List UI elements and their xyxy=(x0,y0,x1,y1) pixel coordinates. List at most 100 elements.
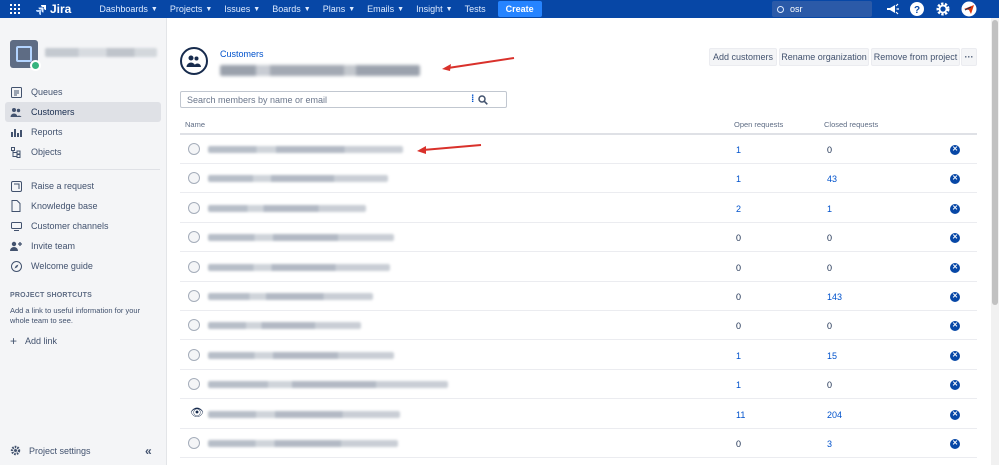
nav-tests[interactable]: Tests xyxy=(465,4,486,14)
customer-name-redacted[interactable] xyxy=(208,234,394,242)
table-row: 1 0 ✕ xyxy=(180,370,977,400)
nav-label: Boards xyxy=(272,4,301,14)
customer-name-redacted[interactable] xyxy=(208,263,390,271)
remove-member-icon[interactable]: ✕ xyxy=(950,262,960,273)
remove-member-icon[interactable]: ✕ xyxy=(950,174,960,185)
remove-member-icon[interactable]: ✕ xyxy=(950,350,960,361)
nav-issues[interactable]: Issues ▼ xyxy=(224,4,260,14)
sidebar-item-queues[interactable]: Queues xyxy=(5,82,161,102)
sidebar-item-label: Queues xyxy=(31,87,63,97)
collapse-sidebar-icon[interactable]: « xyxy=(145,444,152,458)
table-row: 👁 11 204 ✕ xyxy=(180,400,977,429)
table-row: 0 3 ✕ xyxy=(180,429,977,458)
remove-member-icon[interactable]: ✕ xyxy=(950,409,960,420)
closed-requests-count[interactable]: 143 xyxy=(827,292,842,302)
sidebar-item-objects[interactable]: Objects xyxy=(5,142,161,162)
project-avatar[interactable] xyxy=(10,40,41,71)
nav-emails[interactable]: Emails ▼ xyxy=(367,4,404,14)
open-requests-count[interactable]: 1 xyxy=(736,145,741,155)
remove-member-icon[interactable]: ✕ xyxy=(950,233,960,244)
remove-member-icon[interactable]: ✕ xyxy=(950,203,960,214)
remove-member-icon[interactable]: ✕ xyxy=(950,292,960,302)
add-link-label: Add link xyxy=(25,336,58,346)
sidebar-item-welcome-guide[interactable]: Welcome guide xyxy=(5,256,161,276)
global-search[interactable]: osr xyxy=(772,1,872,17)
add-link-button[interactable]: + Add link xyxy=(10,334,57,348)
sidebar-item-label: Knowledge base xyxy=(31,201,98,211)
project-settings-label: Project settings xyxy=(29,445,91,456)
open-requests-count[interactable]: 1 xyxy=(736,351,741,361)
closed-requests-count: 0 xyxy=(827,262,833,273)
open-requests-count[interactable]: 11 xyxy=(736,410,745,420)
open-requests-count: 0 xyxy=(736,262,742,273)
customer-avatar xyxy=(188,143,200,155)
closed-requests-count[interactable]: 1 xyxy=(827,204,832,214)
sidebar-item-reports[interactable]: Reports xyxy=(5,122,161,142)
column-header-closed-requests[interactable]: Closed requests xyxy=(824,120,878,129)
chevron-down-icon: ▼ xyxy=(397,5,405,13)
sidebar-item-raise-request[interactable]: Raise a request xyxy=(5,176,161,196)
jira-logo[interactable]: Jira xyxy=(36,2,71,16)
invite-team-icon xyxy=(10,240,22,252)
nav-insight[interactable]: Insight ▼ xyxy=(416,4,452,14)
customer-name-redacted[interactable] xyxy=(208,293,373,300)
customer-name-redacted[interactable] xyxy=(208,440,398,447)
customer-name-redacted[interactable] xyxy=(208,410,400,418)
sidebar-item-knowledge-base[interactable]: Knowledge base xyxy=(5,196,161,216)
sidebar-item-customers[interactable]: Customers xyxy=(5,102,161,122)
customer-name-redacted[interactable] xyxy=(208,175,388,183)
open-requests-count[interactable]: 1 xyxy=(736,174,741,184)
remove-member-icon[interactable]: ✕ xyxy=(950,145,960,155)
channels-icon xyxy=(10,220,22,232)
nav-label: Projects xyxy=(169,4,203,14)
svg-text:?: ? xyxy=(914,5,920,16)
column-header-name[interactable]: Name xyxy=(185,120,205,129)
create-button[interactable]: Create xyxy=(497,1,542,17)
remove-member-icon[interactable]: ✕ xyxy=(950,380,960,391)
sidebar-item-label: Welcome guide xyxy=(31,261,93,271)
rename-organization-button[interactable]: Rename organization xyxy=(779,48,869,66)
members-search-input[interactable] xyxy=(181,94,471,105)
app-switcher-icon[interactable] xyxy=(10,4,20,14)
sidebar-item-invite-team[interactable]: Invite team xyxy=(5,236,161,256)
add-customers-button[interactable]: Add customers xyxy=(709,48,777,66)
nav-projects[interactable]: Projects ▼ xyxy=(170,4,212,14)
chevron-down-icon: ▼ xyxy=(348,5,356,13)
page-scrollbar[interactable] xyxy=(991,18,999,465)
closed-requests-count[interactable]: 15 xyxy=(827,351,837,361)
project-sidebar: Queues Customers Reports Objects Raise a… xyxy=(0,18,167,465)
open-requests-count[interactable]: 1 xyxy=(736,380,741,390)
customer-name-redacted[interactable] xyxy=(208,381,448,389)
more-actions-button[interactable]: ··· xyxy=(961,48,977,66)
sidebar-item-customer-channels[interactable]: Customer channels xyxy=(5,216,161,236)
nav-label: Dashboards xyxy=(99,4,148,14)
closed-requests-count[interactable]: 43 xyxy=(827,174,837,184)
remove-from-project-button[interactable]: Remove from project xyxy=(871,48,960,66)
closed-requests-count[interactable]: 204 xyxy=(827,410,842,420)
customer-name-redacted[interactable] xyxy=(208,146,403,153)
settings-icon[interactable] xyxy=(935,1,951,17)
customer-name-redacted[interactable] xyxy=(208,322,361,330)
organization-avatar xyxy=(180,47,208,75)
column-header-open-requests[interactable]: Open requests xyxy=(734,120,783,129)
notifications-icon[interactable] xyxy=(884,1,900,17)
search-icon[interactable] xyxy=(478,94,489,105)
user-avatar[interactable] xyxy=(961,1,977,17)
breadcrumb-customers[interactable]: Customers xyxy=(220,49,264,59)
project-name[interactable] xyxy=(45,48,157,57)
project-settings-link[interactable]: Project settings xyxy=(10,445,91,456)
scrollbar-thumb[interactable] xyxy=(992,20,998,305)
remove-member-icon[interactable]: ✕ xyxy=(950,321,960,332)
nav-dashboards[interactable]: Dashboards ▼ xyxy=(99,4,157,14)
open-requests-count[interactable]: 2 xyxy=(736,204,741,214)
remove-member-icon[interactable]: ✕ xyxy=(950,439,960,449)
customer-name-redacted[interactable] xyxy=(208,204,366,212)
nav-boards[interactable]: Boards ▼ xyxy=(272,4,310,14)
members-search-field[interactable]: ⁞ xyxy=(180,91,507,108)
customer-name-redacted[interactable] xyxy=(208,351,394,359)
closed-requests-count[interactable]: 3 xyxy=(827,439,832,449)
chevron-down-icon: ▼ xyxy=(205,5,213,13)
nav-plans[interactable]: Plans ▼ xyxy=(323,4,355,14)
customer-avatar xyxy=(188,437,200,449)
help-icon[interactable]: ? xyxy=(909,1,925,17)
